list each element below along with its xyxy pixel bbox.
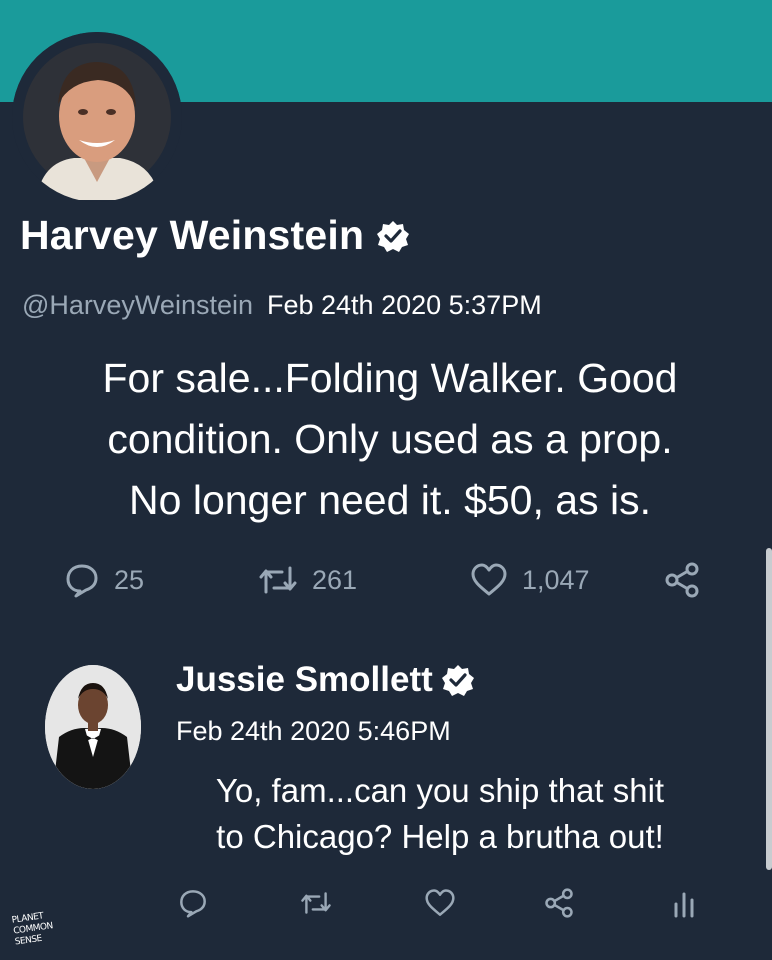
profile-avatar[interactable] bbox=[12, 32, 182, 202]
reply-count: 25 bbox=[114, 564, 145, 595]
tweet-author-row: Harvey Weinstein bbox=[20, 212, 410, 259]
watermark-logo: PLANET COMMON SENSE bbox=[11, 909, 69, 960]
tweet-timestamp: Feb 24th 2020 5:37PM bbox=[267, 290, 542, 320]
reply-avatar[interactable] bbox=[45, 665, 141, 789]
author-handle[interactable]: @HarveyWeinstein bbox=[22, 290, 253, 320]
reply-button[interactable]: 25 bbox=[64, 562, 144, 598]
share-button[interactable] bbox=[664, 562, 700, 598]
retweet-count: 261 bbox=[312, 564, 358, 595]
reply-retweet-button[interactable] bbox=[300, 888, 332, 918]
retweet-icon bbox=[300, 888, 332, 918]
reply-like-button[interactable] bbox=[424, 888, 456, 918]
reply-actions bbox=[178, 888, 718, 924]
retweet-button[interactable]: 261 bbox=[258, 562, 357, 598]
like-button[interactable]: 1,047 bbox=[470, 562, 590, 598]
reply-text-line: to Chicago? Help a brutha out! bbox=[216, 818, 664, 855]
heart-icon bbox=[470, 562, 508, 598]
reply-author-name[interactable]: Jussie Smollett bbox=[176, 660, 433, 700]
reply-reply-button[interactable] bbox=[178, 888, 208, 918]
author-display-name[interactable]: Harvey Weinstein bbox=[20, 212, 364, 259]
verified-icon bbox=[441, 663, 475, 697]
share-icon bbox=[544, 888, 574, 918]
tweet-meta: @HarveyWeinstein Feb 24th 2020 5:37PM bbox=[22, 290, 542, 321]
like-count: 1,047 bbox=[522, 564, 590, 595]
reply-timestamp: Feb 24th 2020 5:46PM bbox=[176, 716, 451, 746]
scrollbar[interactable] bbox=[766, 548, 772, 870]
verified-icon bbox=[376, 219, 410, 253]
tweet-actions: 25 261 1,047 bbox=[64, 562, 724, 606]
reply-author-row: Jussie Smollett bbox=[176, 660, 475, 700]
tweet-text-line: For sale...Folding Walker. Good bbox=[102, 355, 678, 401]
tweet-text: For sale...Folding Walker. Good conditio… bbox=[20, 348, 760, 531]
retweet-icon bbox=[258, 562, 298, 598]
tweet-text-line: condition. Only used as a prop. bbox=[107, 416, 673, 462]
heart-icon bbox=[424, 888, 456, 918]
tweet-text-line: No longer need it. $50, as is. bbox=[129, 477, 651, 523]
reply-text-line: Yo, fam...can you ship that shit bbox=[215, 772, 665, 809]
reply-share-button[interactable] bbox=[544, 888, 574, 918]
reply-text: Yo, fam...can you ship that shit to Chic… bbox=[160, 768, 720, 860]
comment-icon bbox=[64, 562, 100, 598]
share-icon bbox=[664, 562, 700, 598]
analytics-icon bbox=[672, 888, 696, 918]
reply-analytics-button[interactable] bbox=[672, 888, 696, 918]
comment-icon bbox=[178, 888, 208, 918]
